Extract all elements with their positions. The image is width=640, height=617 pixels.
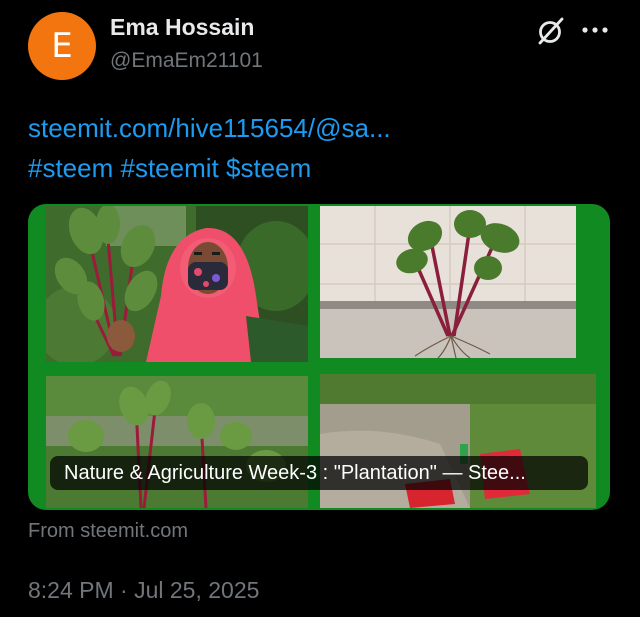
more-options-icon[interactable] — [580, 18, 610, 42]
link-preview-card[interactable]: Nature & Agriculture Week-3 : "Plantatio… — [28, 204, 610, 510]
card-image-woman-with-plants — [46, 206, 308, 362]
tweet-text: steemit.com/hive115654/@sa... #steem #st… — [28, 108, 391, 188]
author-display-name[interactable]: Ema Hossain — [110, 14, 254, 41]
author-avatar[interactable]: E — [28, 12, 96, 80]
card-source-link[interactable]: From steemit.com — [28, 520, 188, 543]
tweet-timestamp[interactable]: 8:24 PM · Jul 25, 2025 — [28, 577, 259, 604]
grok-icon[interactable] — [534, 14, 568, 48]
hashtag-steem[interactable]: #steem — [28, 153, 113, 183]
card-title: Nature & Agriculture Week-3 : "Plantatio… — [50, 456, 588, 490]
hashtag-steemit[interactable]: #steemit — [121, 153, 219, 183]
cashtag-steem[interactable]: $steem — [226, 153, 311, 183]
tweet-link[interactable]: steemit.com/hive115654/@sa... — [28, 113, 391, 143]
card-image-uprooted-plant — [320, 206, 576, 358]
author-handle[interactable]: @EmaEm21101 — [110, 49, 263, 73]
avatar-letter: E — [51, 26, 73, 66]
